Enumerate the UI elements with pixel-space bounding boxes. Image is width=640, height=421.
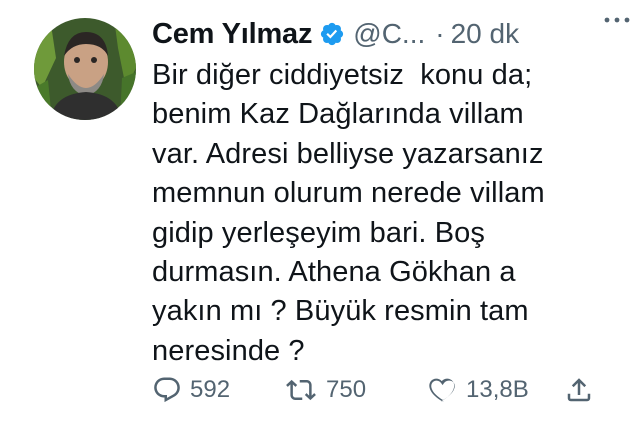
like-button[interactable]: 13,8B: [428, 370, 529, 410]
tweet-actions: 592 750 13,8B: [152, 370, 616, 410]
reply-count: 592: [190, 376, 231, 403]
reply-icon: [154, 377, 180, 403]
tweet-header: Cem Yılmaz @C... · 20 dk: [152, 14, 618, 54]
tweet-text-line: Bir diğer ciddiyetsiz konu da;: [152, 59, 533, 91]
tweet-text: Bir diğer ciddiyetsiz konu da; benim Kaz…: [152, 56, 612, 371]
avatar-photo: [34, 18, 136, 120]
verified-badge-icon: [319, 21, 345, 47]
tweet-text-line: benim Kaz Dağlarında villam: [152, 98, 524, 131]
avatar[interactable]: [34, 18, 136, 120]
tweet-timestamp[interactable]: 20 dk: [451, 18, 520, 50]
tweet-text-line: neresinde ?: [152, 334, 305, 367]
retweet-count: 750: [326, 376, 367, 403]
like-count: 13,8B: [466, 376, 529, 403]
retweet-icon: [286, 379, 316, 401]
share-button[interactable]: [564, 370, 602, 410]
author-handle[interactable]: @C...: [353, 18, 425, 50]
like-heart-icon: [429, 378, 455, 402]
tweet-text-line: memnun olurum nerede villam: [152, 177, 545, 210]
retweet-button[interactable]: 750: [284, 370, 366, 410]
share-icon: [567, 378, 591, 402]
tweet-card[interactable]: Cem Yılmaz @C... · 20 dk Bir diğer ciddi…: [0, 0, 640, 421]
author-name[interactable]: Cem Yılmaz: [152, 18, 312, 51]
more-options-icon[interactable]: [600, 10, 634, 30]
tweet-text-line: gidip yerleşeyim bari. Boş: [152, 216, 486, 249]
tweet-text-line: yakın mı ? Büyük resmin tam: [152, 295, 529, 328]
header-separator: ·: [435, 18, 445, 49]
tweet-text-line: durmasın. Athena Gökhan a: [152, 256, 516, 289]
tweet-text-line: var. Adresi belliyse yazarsanız: [152, 137, 544, 170]
reply-button[interactable]: 592: [152, 370, 230, 410]
